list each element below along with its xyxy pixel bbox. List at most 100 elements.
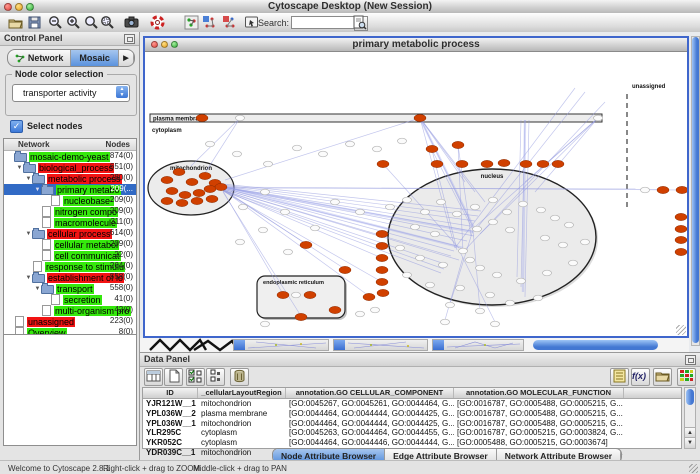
scroll-down-arrow[interactable]: ▼	[685, 437, 695, 448]
network-node[interactable]	[431, 231, 440, 237]
network-node[interactable]	[439, 262, 448, 268]
network-node[interactable]	[293, 145, 302, 151]
table-row[interactable]: YPL036W__1mitochondrion[GO:0044464, GO:0…	[143, 418, 681, 428]
network-node-selected[interactable]	[186, 178, 198, 185]
network-node[interactable]	[236, 239, 245, 245]
tree-row[interactable]: unassigned223(0)	[4, 316, 136, 327]
tree-row[interactable]: cellular metabol209(0)	[4, 239, 136, 250]
birds-eye-view-panel[interactable]	[3, 334, 137, 446]
column-header[interactable]: annotation.GO CELLULAR_COMPONENT	[286, 388, 454, 398]
network-node-selected[interactable]	[173, 168, 185, 175]
network-node[interactable]	[284, 249, 293, 255]
network-node[interactable]	[292, 292, 301, 298]
network-node[interactable]	[569, 260, 578, 266]
network-node-selected[interactable]	[376, 278, 388, 285]
tree-header-network[interactable]: Network	[18, 140, 50, 149]
zoom-in-icon[interactable]	[66, 15, 81, 30]
table-scroll-thumb[interactable]	[686, 389, 694, 405]
minimized-window-2[interactable]	[333, 339, 428, 351]
network-node[interactable]	[311, 225, 320, 231]
network-node[interactable]	[411, 224, 420, 230]
network-edge[interactable]	[191, 118, 240, 166]
network-node-selected[interactable]	[481, 160, 493, 167]
network-node[interactable]	[416, 255, 425, 261]
open-session-icon[interactable]	[8, 15, 23, 30]
network-node-selected[interactable]	[295, 313, 307, 320]
network-node-selected[interactable]	[452, 141, 464, 148]
expand-arrow-icon[interactable]: ▼	[16, 165, 23, 171]
column-header[interactable]: ID	[143, 388, 198, 398]
network-node[interactable]	[493, 272, 502, 278]
select-attributes-icon[interactable]	[144, 368, 163, 386]
network-node-selected[interactable]	[426, 145, 438, 152]
annotation-select-icon[interactable]	[244, 15, 259, 30]
network-node[interactable]	[519, 201, 528, 207]
matrix-small-icon[interactable]	[206, 368, 225, 386]
tree-row[interactable]: ▼biological_process651(0)	[4, 162, 136, 173]
snapshot-camera-icon[interactable]	[124, 15, 139, 30]
tree-row[interactable]: ▼transport558(0)	[4, 283, 136, 294]
network-node[interactable]	[259, 227, 268, 233]
matrix-select-icon[interactable]	[186, 368, 205, 386]
network-node[interactable]	[476, 308, 485, 314]
attribute-list-icon[interactable]	[610, 368, 629, 386]
network-node-selected[interactable]	[193, 189, 205, 196]
network-canvas[interactable]: plasma membranecytoplasmmitochondrionnuc…	[145, 52, 687, 336]
network-node[interactable]	[476, 265, 485, 271]
advanced-search-icon[interactable]	[352, 15, 367, 30]
network-node[interactable]	[489, 197, 498, 203]
table-row[interactable]: YJR121W__1mitochondrion[GO:0045267, GO:0…	[143, 399, 681, 409]
tree-row[interactable]: ▼primary metabo209(...	[4, 184, 136, 195]
network-node[interactable]	[403, 272, 412, 278]
expand-arrow-icon[interactable]: ▼	[34, 187, 41, 193]
select-nodes-checkbox[interactable]	[10, 120, 23, 133]
select-nodes-row[interactable]: Select nodes	[10, 120, 83, 132]
copy-network-b-icon[interactable]	[222, 15, 237, 30]
network-node-selected[interactable]	[376, 266, 388, 273]
network-node[interactable]	[471, 204, 480, 210]
network-node[interactable]	[421, 209, 430, 215]
copy-network-a-icon[interactable]	[202, 15, 217, 30]
network-node[interactable]	[373, 146, 382, 152]
table-vertical-scrollbar[interactable]: ▲ ▼	[684, 387, 696, 449]
create-attribute-icon[interactable]	[164, 368, 183, 386]
network-node[interactable]	[426, 282, 435, 288]
import-attributes-icon[interactable]	[653, 368, 672, 386]
region-plasma-membrane[interactable]	[150, 114, 602, 122]
network-node-selected[interactable]	[179, 191, 191, 198]
network-node[interactable]	[537, 207, 546, 213]
tree-row[interactable]: nucleobase-209(0)	[4, 195, 136, 206]
network-node-selected[interactable]	[277, 291, 289, 298]
create-network-view-icon[interactable]	[184, 15, 199, 30]
expand-arrow-icon[interactable]: ▼	[25, 176, 32, 182]
expand-arrow-icon[interactable]: ▼	[34, 286, 41, 292]
network-node[interactable]	[503, 209, 512, 215]
network-node-selected[interactable]	[300, 241, 312, 248]
network-node-selected[interactable]	[414, 114, 426, 121]
network-node[interactable]	[386, 204, 395, 210]
tree-row[interactable]: cell communicat22(0)	[4, 250, 136, 261]
network-node[interactable]	[551, 215, 560, 221]
network-node-selected[interactable]	[376, 230, 388, 237]
network-node-selected[interactable]	[176, 199, 188, 206]
network-node[interactable]	[239, 204, 248, 210]
tree-row[interactable]: nitrogen compo209(0)	[4, 206, 136, 217]
network-node[interactable]	[319, 151, 328, 157]
network-node-selected[interactable]	[161, 197, 173, 204]
network-node[interactable]	[517, 278, 526, 284]
float-panel-icon[interactable]	[124, 34, 135, 44]
table-row[interactable]: YLR295Ccytoplasm[GO:0045263, GO:0044464,…	[143, 428, 681, 438]
network-node-selected[interactable]	[166, 187, 178, 194]
tree-row[interactable]: ▼establishment of lo558(0)	[4, 272, 136, 283]
network-node[interactable]	[543, 270, 552, 276]
network-node[interactable]	[446, 302, 455, 308]
tree-row[interactable]: multi-organism pro42(0)	[4, 305, 136, 316]
tab-network[interactable]: Network	[8, 50, 71, 66]
network-node[interactable]	[371, 307, 380, 313]
tree-row[interactable]: secretion41(0)	[4, 294, 136, 305]
network-node-selected[interactable]	[456, 160, 468, 167]
network-node-selected[interactable]	[191, 197, 203, 204]
network-node-selected[interactable]	[206, 195, 218, 202]
help-ring-icon[interactable]	[150, 15, 165, 30]
network-node-selected[interactable]	[204, 185, 216, 192]
